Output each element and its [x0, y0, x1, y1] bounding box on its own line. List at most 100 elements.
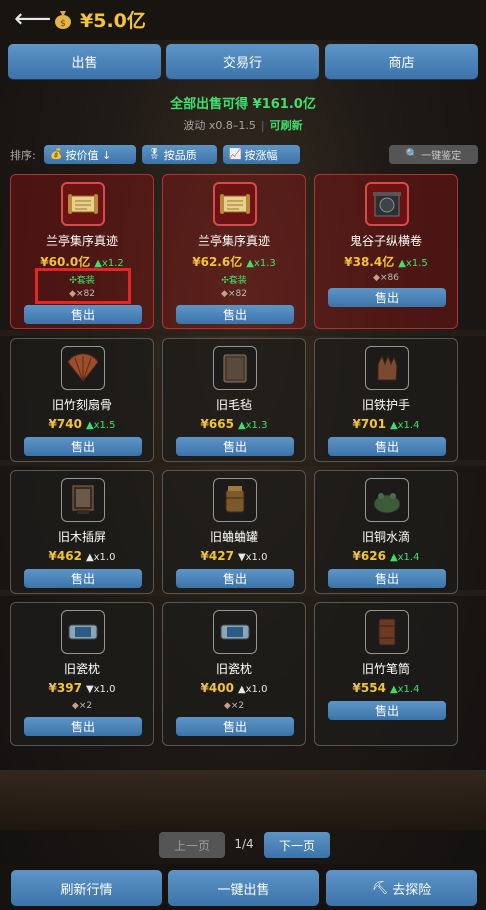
highlight-box: [35, 268, 131, 304]
sell-button[interactable]: 售出: [24, 305, 142, 324]
next-page-button[interactable]: 下一页: [264, 832, 330, 858]
price-trend: ▼x1.0: [237, 552, 268, 563]
sell-button[interactable]: 售出: [176, 569, 294, 588]
item-price: ¥626: [352, 549, 386, 563]
item-price-row: ¥400 ▲x1.0: [163, 681, 305, 695]
shard-icon: ◆: [373, 273, 380, 283]
sell-button[interactable]: 售出: [24, 569, 142, 588]
pagination: 上一页 1/4 下一页: [0, 832, 486, 858]
sell-button[interactable]: 售出: [328, 569, 446, 588]
item-price: ¥427: [200, 549, 234, 563]
set-tag: ✣套装: [163, 273, 305, 286]
item-price: ¥554: [352, 681, 386, 695]
sell-button[interactable]: 售出: [176, 717, 294, 736]
pickaxe-icon: ⛏: [371, 880, 389, 896]
refresh-market-button[interactable]: 刷新行情: [11, 870, 162, 906]
item-card-guiguzi[interactable]: 鬼谷子纵横卷 ¥38.4亿 ▲x1.5 ◆×86 售出: [314, 174, 458, 329]
item-card-pillow[interactable]: 旧瓷枕 ¥400 ▲x1.0 ◆×2 售出: [162, 602, 306, 746]
sell-button[interactable]: 售出: [176, 437, 294, 456]
arrow-left-icon[interactable]: ⟵: [14, 5, 51, 33]
item-count-value: ×2: [78, 701, 93, 711]
explore-button[interactable]: ⛏ 去探险: [326, 870, 477, 906]
price-trend: ▲x1.0: [85, 552, 116, 563]
screen-icon: [61, 478, 105, 522]
sell-button[interactable]: 售出: [328, 437, 446, 456]
item-name: 旧蛐蛐罐: [209, 530, 258, 544]
item-price-row: ¥701 ▲x1.4: [315, 417, 457, 431]
pillow-icon: [213, 610, 257, 654]
set-label: 套装: [228, 276, 247, 286]
price-trend: ▼x1.0: [85, 684, 116, 695]
pillow-icon: [61, 610, 105, 654]
shard-icon: ◆: [71, 701, 79, 711]
item-price: ¥397: [48, 681, 82, 695]
sell-button[interactable]: 售出: [328, 288, 446, 307]
sell-button[interactable]: 售出: [328, 701, 446, 720]
price-trend: ▲x1.4: [389, 684, 420, 695]
item-count-value: ×82: [227, 289, 247, 299]
item-price: ¥740: [48, 417, 82, 431]
item-price: ¥462: [48, 549, 82, 563]
scroll-icon: [213, 182, 257, 226]
item-name: 旧竹刻扇骨: [51, 398, 112, 412]
one-click-appraise-button[interactable]: 🔍 一键鉴定: [389, 145, 478, 164]
scroll-icon: [61, 182, 105, 226]
sort-label: 排序:: [10, 149, 36, 162]
item-name: 旧铜水滴: [361, 530, 410, 544]
background-table: [0, 770, 486, 830]
item-count: ◆×86: [315, 273, 457, 283]
sort-by-value-label: 按价值 ↓: [65, 148, 112, 162]
shard-icon: ◆: [221, 289, 228, 299]
item-card-pillow[interactable]: 旧瓷枕 ¥397 ▼x1.0 ◆×2 售出: [10, 602, 154, 746]
medal-icon: 🎖: [148, 149, 161, 160]
item-price: ¥60.0亿: [40, 255, 91, 269]
item-card-toad[interactable]: 旧铜水滴 ¥626 ▲x1.4 售出: [314, 470, 458, 594]
refreshable-text: 可刷新: [269, 119, 303, 132]
sell-button[interactable]: 售出: [176, 305, 294, 324]
fluctuation-line: 波动 x0.8–1.5 | 可刷新: [0, 117, 486, 133]
top-bar: ⟵ $ ¥5.0亿: [0, 0, 486, 40]
item-name: 兰亭集序真迹: [197, 234, 270, 248]
item-count: ◆×2: [163, 701, 305, 711]
prev-page-button[interactable]: 上一页: [159, 832, 225, 858]
sort-row: 排序: 💰 按价值 ↓ 🎖 按品质 📈 按涨幅 🔍 一键鉴定: [10, 145, 478, 165]
sort-by-quality-button[interactable]: 🎖 按品质: [142, 145, 217, 164]
item-price: ¥38.4亿: [344, 255, 395, 269]
dark-scroll-icon: [365, 182, 409, 226]
money-bag-icon: $: [55, 11, 71, 29]
item-card-lanting[interactable]: 兰亭集序真迹 ¥62.6亿 ▲x1.3 ✣套装 ◆×82 售出: [162, 174, 306, 329]
sort-by-rise-button[interactable]: 📈 按涨幅: [223, 145, 300, 164]
item-card-brushpot[interactable]: 旧竹笔筒 ¥554 ▲x1.4 售出: [314, 602, 458, 746]
item-card-screen[interactable]: 旧木插屏 ¥462 ▲x1.0 售出: [10, 470, 154, 594]
money-balance: ¥5.0亿: [80, 10, 146, 32]
tab-sell[interactable]: 出售: [8, 44, 161, 79]
brushpot-icon: [365, 610, 409, 654]
sell-button[interactable]: 售出: [24, 717, 142, 736]
item-price-row: ¥740 ▲x1.5: [11, 417, 153, 431]
sort-by-rise-label: 按涨幅: [244, 148, 278, 162]
background-shelf: [0, 330, 486, 336]
gauntlet-icon: [365, 346, 409, 390]
item-card-fan[interactable]: 旧竹刻扇骨 ¥740 ▲x1.5 售出: [10, 338, 154, 462]
tab-shop[interactable]: 商店: [325, 44, 478, 79]
money-bag-icon: 💰: [50, 149, 63, 160]
price-trend: ▲x1.5: [85, 420, 116, 431]
price-trend: ▲x1.4: [389, 420, 420, 431]
item-card-felt[interactable]: 旧毛毡 ¥665 ▲x1.3 售出: [162, 338, 306, 462]
price-trend: ▲x1.0: [237, 684, 268, 695]
sort-by-value-button[interactable]: 💰 按价值 ↓: [44, 145, 136, 164]
item-card-jar[interactable]: 旧蛐蛐罐 ¥427 ▼x1.0 售出: [162, 470, 306, 594]
item-name: 鬼谷子纵横卷: [349, 234, 422, 248]
item-price-row: ¥427 ▼x1.0: [163, 549, 305, 563]
item-price-row: ¥665 ▲x1.3: [163, 417, 305, 431]
sell-button[interactable]: 售出: [24, 437, 142, 456]
item-count: ◆×2: [11, 701, 153, 711]
item-card-gauntlet[interactable]: 旧铁护手 ¥701 ▲x1.4 售出: [314, 338, 458, 462]
item-name: 旧瓷枕: [215, 662, 252, 676]
item-card-lanting[interactable]: 兰亭集序真迹 ¥60.0亿 ▲x1.2 ✣套装 ◆×82 售出: [10, 174, 154, 329]
sort-by-quality-label: 按品质: [163, 148, 197, 162]
sell-all-button[interactable]: 一键出售: [168, 870, 319, 906]
tab-trading-house[interactable]: 交易行: [166, 44, 319, 79]
item-price-row: ¥626 ▲x1.4: [315, 549, 457, 563]
toad-icon: [365, 478, 409, 522]
